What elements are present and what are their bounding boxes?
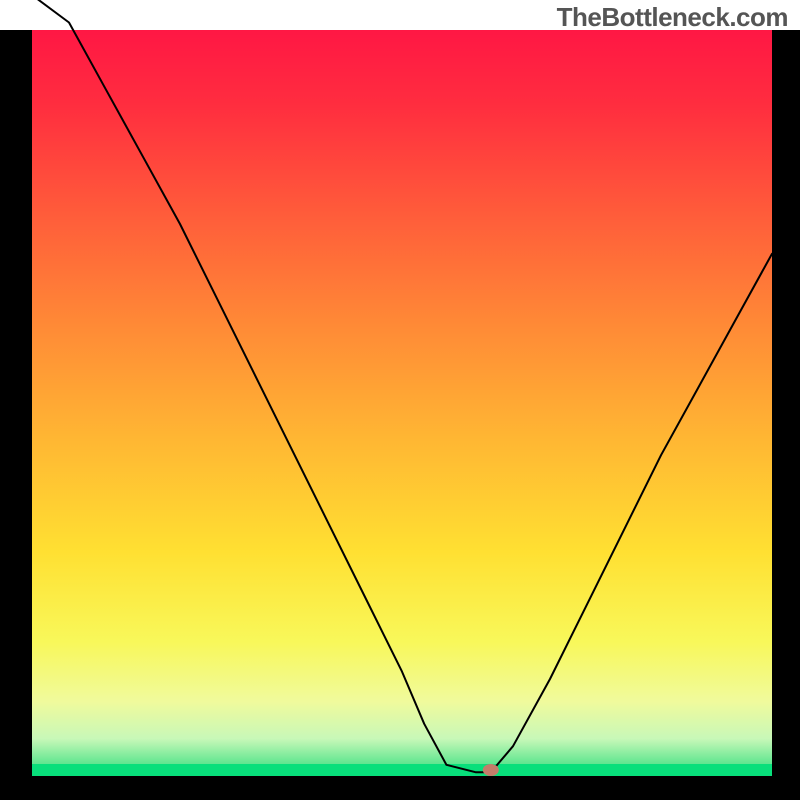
frame-bottom (0, 776, 800, 800)
chart-container: TheBottleneck.com (0, 0, 800, 800)
optimal-point-marker (483, 764, 499, 776)
watermark-label: TheBottleneck.com (557, 2, 788, 33)
green-baseline-strip (32, 764, 772, 776)
frame-left (0, 30, 32, 800)
bottleneck-chart (0, 0, 800, 800)
frame-right (772, 30, 800, 800)
plot-background (32, 30, 772, 776)
